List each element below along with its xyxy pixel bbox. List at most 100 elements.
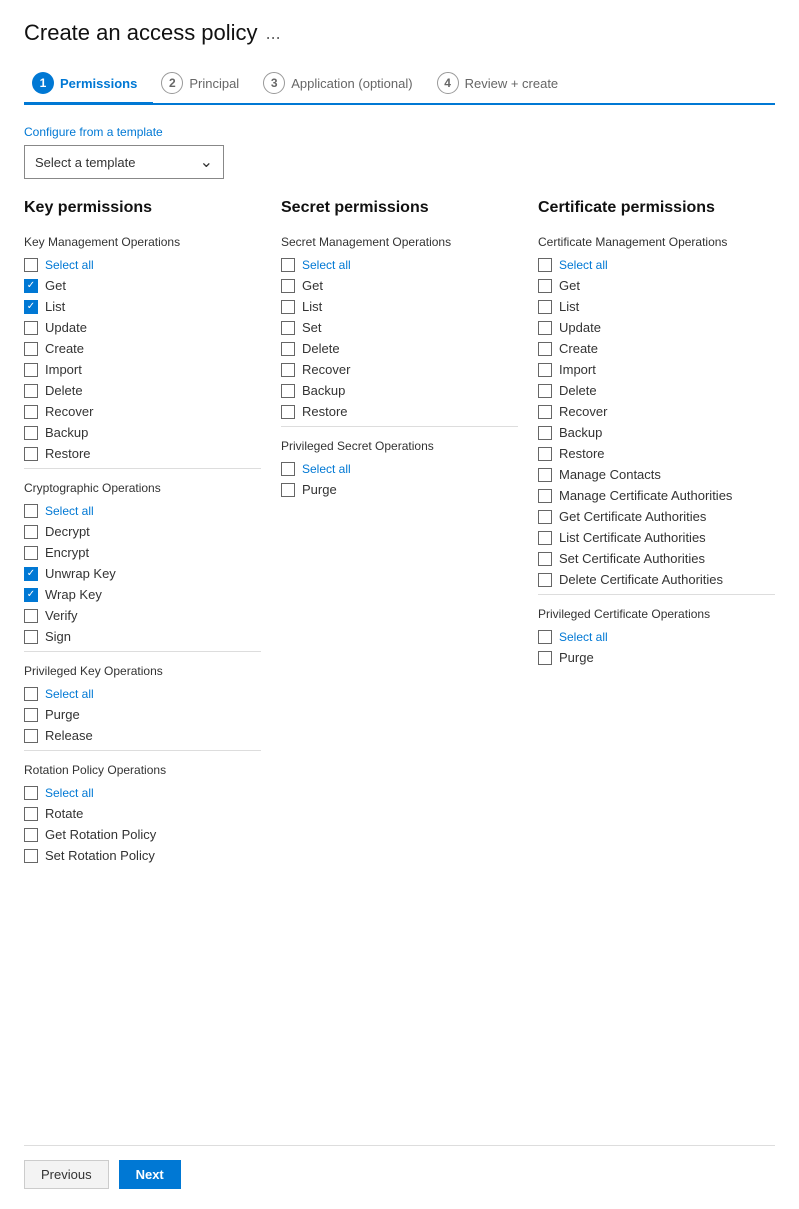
checkbox-0[interactable] — [24, 504, 38, 518]
checkbox-2[interactable] — [24, 729, 38, 743]
list-item[interactable]: Backup — [538, 422, 775, 443]
list-item[interactable]: Rotate — [24, 803, 261, 824]
checkbox-5[interactable] — [24, 363, 38, 377]
checkbox-15[interactable] — [538, 573, 552, 587]
checkbox-7[interactable] — [24, 405, 38, 419]
list-item[interactable]: Update — [24, 317, 261, 338]
checkbox-3[interactable] — [24, 849, 38, 863]
checkbox-1[interactable] — [538, 279, 552, 293]
checkbox-3[interactable] — [281, 321, 295, 335]
list-item[interactable]: Purge — [538, 647, 775, 668]
list-item[interactable]: Get — [281, 275, 518, 296]
checkbox-0[interactable] — [538, 258, 552, 272]
template-dropdown[interactable]: Select a template ⌄ — [24, 145, 224, 179]
checkbox-0[interactable] — [281, 258, 295, 272]
checkbox-3[interactable] — [538, 321, 552, 335]
checkbox-11[interactable] — [538, 489, 552, 503]
list-item[interactable]: Encrypt — [24, 542, 261, 563]
checkbox-1[interactable] — [24, 807, 38, 821]
list-item[interactable]: Restore — [538, 443, 775, 464]
list-item[interactable]: Recover — [281, 359, 518, 380]
list-item[interactable]: Get — [24, 275, 261, 296]
checkbox-13[interactable] — [538, 531, 552, 545]
list-item[interactable]: Backup — [281, 380, 518, 401]
list-item[interactable]: Unwrap Key — [24, 563, 261, 584]
checkbox-4[interactable] — [281, 342, 295, 356]
checkbox-7[interactable] — [281, 405, 295, 419]
checkbox-2[interactable] — [24, 546, 38, 560]
list-item[interactable]: Select all — [24, 783, 261, 803]
list-item[interactable]: Set — [281, 317, 518, 338]
list-item[interactable]: Import — [24, 359, 261, 380]
list-item[interactable]: Purge — [24, 704, 261, 725]
list-item[interactable]: Set Rotation Policy — [24, 845, 261, 866]
list-item[interactable]: Manage Contacts — [538, 464, 775, 485]
checkbox-1[interactable] — [281, 279, 295, 293]
list-item[interactable]: Create — [24, 338, 261, 359]
list-item[interactable]: Select all — [281, 255, 518, 275]
checkbox-4[interactable] — [24, 342, 38, 356]
checkbox-12[interactable] — [538, 510, 552, 524]
list-item[interactable]: Select all — [281, 459, 518, 479]
checkbox-0[interactable] — [24, 258, 38, 272]
checkbox-1[interactable] — [24, 279, 38, 293]
checkbox-7[interactable] — [538, 405, 552, 419]
checkbox-2[interactable] — [281, 300, 295, 314]
checkbox-8[interactable] — [24, 426, 38, 440]
checkbox-1[interactable] — [538, 651, 552, 665]
wizard-tab-application[interactable]: 3Application (optional) — [255, 64, 428, 105]
list-item[interactable]: Restore — [24, 443, 261, 464]
checkbox-6[interactable] — [24, 384, 38, 398]
list-item[interactable]: Select all — [538, 627, 775, 647]
checkbox-14[interactable] — [538, 552, 552, 566]
checkbox-2[interactable] — [538, 300, 552, 314]
list-item[interactable]: Get Rotation Policy — [24, 824, 261, 845]
wizard-tab-review[interactable]: 4Review + create — [429, 64, 575, 105]
checkbox-6[interactable] — [538, 384, 552, 398]
list-item[interactable]: Purge — [281, 479, 518, 500]
list-item[interactable]: Set Certificate Authorities — [538, 548, 775, 569]
list-item[interactable]: Select all — [24, 501, 261, 521]
checkbox-1[interactable] — [281, 483, 295, 497]
previous-button[interactable]: Previous — [24, 1160, 109, 1189]
list-item[interactable]: Recover — [24, 401, 261, 422]
list-item[interactable]: Get — [538, 275, 775, 296]
next-button[interactable]: Next — [119, 1160, 181, 1189]
checkbox-0[interactable] — [24, 687, 38, 701]
list-item[interactable]: Wrap Key — [24, 584, 261, 605]
checkbox-2[interactable] — [24, 300, 38, 314]
checkbox-9[interactable] — [538, 447, 552, 461]
wizard-tab-principal[interactable]: 2Principal — [153, 64, 255, 105]
list-item[interactable]: Import — [538, 359, 775, 380]
wizard-tab-permissions[interactable]: 1Permissions — [24, 64, 153, 105]
list-item[interactable]: Recover — [538, 401, 775, 422]
list-item[interactable]: Release — [24, 725, 261, 746]
list-item[interactable]: Get Certificate Authorities — [538, 506, 775, 527]
list-item[interactable]: Select all — [24, 255, 261, 275]
checkbox-9[interactable] — [24, 447, 38, 461]
checkbox-5[interactable] — [281, 363, 295, 377]
list-item[interactable]: List Certificate Authorities — [538, 527, 775, 548]
list-item[interactable]: Delete — [24, 380, 261, 401]
checkbox-6[interactable] — [281, 384, 295, 398]
checkbox-0[interactable] — [24, 786, 38, 800]
checkbox-5[interactable] — [24, 609, 38, 623]
list-item[interactable]: Backup — [24, 422, 261, 443]
checkbox-0[interactable] — [281, 462, 295, 476]
checkbox-0[interactable] — [538, 630, 552, 644]
checkbox-1[interactable] — [24, 708, 38, 722]
list-item[interactable]: Delete — [281, 338, 518, 359]
checkbox-10[interactable] — [538, 468, 552, 482]
list-item[interactable]: Manage Certificate Authorities — [538, 485, 775, 506]
list-item[interactable]: Sign — [24, 626, 261, 647]
list-item[interactable]: Delete Certificate Authorities — [538, 569, 775, 590]
list-item[interactable]: Decrypt — [24, 521, 261, 542]
checkbox-6[interactable] — [24, 630, 38, 644]
list-item[interactable]: List — [24, 296, 261, 317]
list-item[interactable]: Verify — [24, 605, 261, 626]
checkbox-4[interactable] — [24, 588, 38, 602]
list-item[interactable]: Delete — [538, 380, 775, 401]
list-item[interactable]: Restore — [281, 401, 518, 422]
list-item[interactable]: List — [281, 296, 518, 317]
checkbox-4[interactable] — [538, 342, 552, 356]
